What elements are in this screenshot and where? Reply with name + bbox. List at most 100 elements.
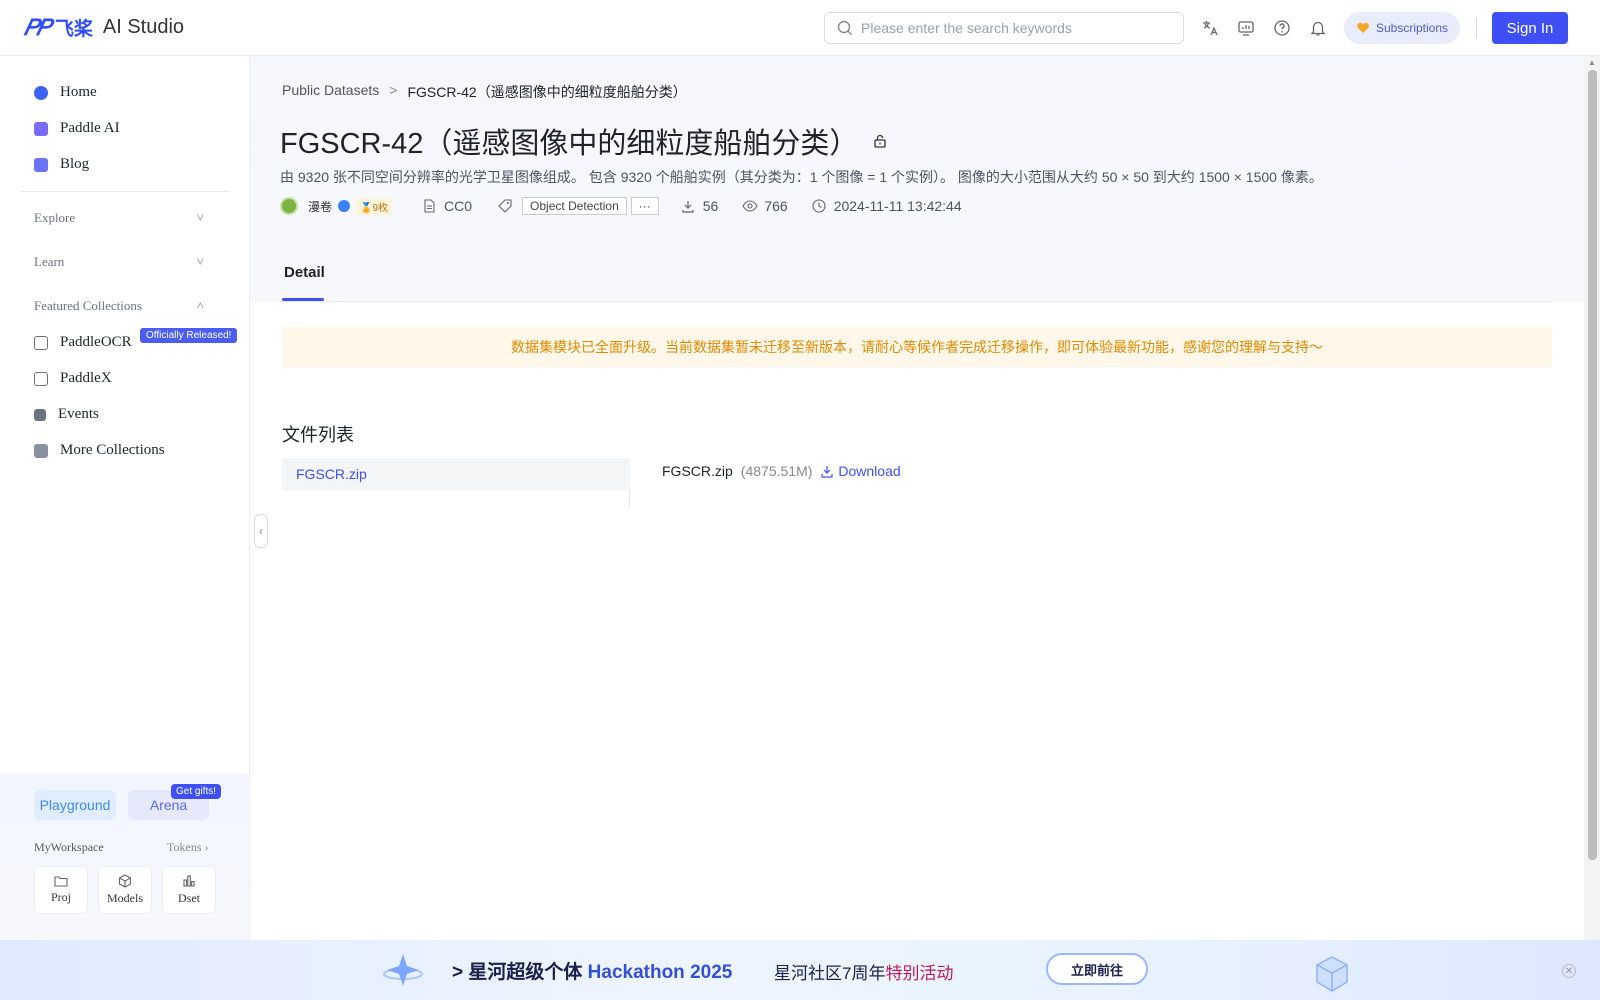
scrollbar-thumb[interactable]	[1588, 70, 1597, 860]
help-icon[interactable]	[1272, 18, 1292, 38]
card-label: Models	[107, 891, 143, 905]
file-list: FGSCR.zip	[282, 458, 630, 506]
tag-icon	[498, 199, 512, 213]
header-divider	[1476, 18, 1477, 38]
card-label: Dset	[178, 891, 200, 905]
sidebar-item-label: Blog	[60, 156, 90, 172]
banner-title: > 星河超级个体 Hackathon 2025	[452, 957, 732, 984]
banner-text-a: 星河社区7周年	[774, 964, 886, 983]
close-icon[interactable]: ✕	[1562, 964, 1576, 978]
tab-detail[interactable]: Detail	[284, 264, 325, 281]
paddle-logo-icon: 𝑃𝑃	[24, 14, 51, 40]
sidebar-item-paddle-ai[interactable]: Paddle AI	[34, 120, 120, 137]
download-count: 56	[702, 198, 719, 214]
bell-icon[interactable]	[1308, 18, 1328, 38]
tag-object-detection[interactable]: Object Detection	[522, 197, 627, 215]
paddle-ai-icon	[34, 121, 48, 136]
more-tags-button[interactable]: ···	[630, 197, 659, 215]
card-label: Proj	[50, 890, 71, 904]
file-detail: FGSCR.zip (4875.51M) Download	[662, 463, 901, 479]
section-learn[interactable]: Learn ˅	[34, 254, 204, 270]
view-count: 766	[764, 198, 788, 214]
download-button[interactable]: Download	[820, 463, 901, 479]
search-input[interactable]	[861, 20, 1161, 36]
license-icon	[424, 199, 435, 213]
tokens-link[interactable]: Tokens ›	[167, 840, 209, 855]
dataset-meta: 漫卷 🏅9枚 CC0 Object Detection ··· 56 766 2…	[280, 196, 962, 216]
sidebar-bottom-panel: Playground Arena Get gifts! MyWorkspace …	[0, 774, 249, 940]
dataset-title: FGSCR-42（遥感图像中的细粒度船舶分类）	[280, 128, 859, 160]
banner-text-b: 特别活动	[885, 964, 954, 983]
sidebar-item-blog[interactable]: Blog	[34, 156, 89, 173]
subscriptions-label: Subscriptions	[1375, 21, 1449, 35]
translate-icon[interactable]	[1200, 18, 1220, 38]
sidebar-item-more-collections[interactable]: More Collections	[34, 442, 165, 459]
cube-decoration-icon	[1316, 956, 1348, 992]
sidebar-item-paddleocr[interactable]: PaddleOCR	[34, 334, 132, 351]
chevron-down-icon: ˅	[196, 210, 204, 225]
promo-banner[interactable]: > 星河超级个体 Hackathon 2025 星河社区7周年特别活动 立即前往…	[0, 940, 1600, 1000]
cube-icon	[118, 874, 132, 888]
home-icon	[34, 85, 48, 100]
star-decoration-icon	[383, 954, 423, 986]
released-badge: Officially Released!	[140, 328, 238, 343]
breadcrumb: Public Datasets > FGSCR-42（遥感图像中的细粒度船舶分类…	[282, 82, 687, 102]
folder-icon	[54, 876, 68, 887]
main-content: Public Datasets > FGSCR-42（遥感图像中的细粒度船舶分类…	[250, 56, 1584, 940]
collection-icon	[34, 443, 48, 458]
flag-icon	[34, 408, 46, 421]
sidebar: Home Paddle AI Blog Explore ˅ Learn ˅ Fe…	[0, 56, 250, 940]
file-name: FGSCR.zip	[662, 463, 733, 479]
license-text: CC0	[444, 198, 473, 214]
dashboard-icon[interactable]	[1236, 18, 1256, 38]
chevron-down-icon: ˅	[196, 254, 204, 269]
dataset-description: 由 9320 张不同空间分辨率的光学卫星图像组成。 包含 9320 个船舶实例（…	[280, 169, 1323, 185]
workspace-title: MyWorkspace	[34, 840, 104, 854]
workspace-card-dset[interactable]: Dset	[162, 866, 216, 914]
playground-button[interactable]: Playground	[34, 790, 116, 820]
banner-subtitle: 星河社区7周年特别活动	[774, 959, 953, 984]
file-list-item[interactable]: FGSCR.zip	[282, 458, 630, 490]
chevron-up-icon: ˄	[196, 298, 204, 313]
unlock-icon	[874, 134, 887, 148]
download-icon	[821, 466, 833, 478]
sidebar-divider	[20, 191, 230, 192]
sidebar-item-home[interactable]: Home	[34, 84, 97, 101]
clock-icon	[812, 199, 826, 213]
search-box[interactable]	[824, 12, 1184, 44]
sidebar-item-label: PaddleOCR	[60, 334, 132, 350]
section-explore[interactable]: Explore ˅	[34, 210, 204, 226]
sidebar-item-events[interactable]: Events	[34, 406, 99, 423]
eye-icon	[742, 200, 758, 212]
sidebar-item-label: Home	[60, 84, 97, 100]
sidebar-item-label: PaddleX	[60, 370, 112, 386]
author-name[interactable]: 漫卷	[308, 198, 332, 215]
sign-in-button[interactable]: Sign In	[1492, 12, 1568, 44]
logo[interactable]: 𝑃𝑃 飞桨 AI Studio	[24, 14, 184, 41]
scrollbar[interactable]: ▲	[1584, 56, 1600, 940]
scroll-up-icon[interactable]: ▲	[1588, 58, 1596, 67]
banner-go-button[interactable]: 立即前往	[1046, 953, 1148, 985]
sidebar-item-paddlex[interactable]: PaddleX	[34, 370, 112, 387]
breadcrumb-public-datasets[interactable]: Public Datasets	[282, 82, 379, 102]
paddlex-icon	[34, 371, 48, 386]
subscriptions-button[interactable]: Subscriptions	[1344, 12, 1460, 44]
workspace-card-proj[interactable]: Proj	[34, 866, 88, 914]
file-size: (4875.51M)	[740, 463, 813, 479]
section-label: Learn	[34, 254, 65, 269]
blog-icon	[34, 157, 48, 172]
download-count-icon	[682, 201, 694, 213]
medal-badge: 🏅9枚	[356, 197, 393, 215]
workspace-card-models[interactable]: Models	[98, 866, 152, 914]
logo-studio-text: AI Studio	[102, 16, 185, 38]
section-featured-collections[interactable]: Featured Collections ˄	[34, 298, 204, 314]
ocr-icon	[34, 335, 48, 350]
sidebar-item-label: Events	[58, 406, 99, 422]
avatar[interactable]	[280, 197, 298, 215]
breadcrumb-current: FGSCR-42（遥感图像中的细粒度船舶分类）	[407, 84, 687, 100]
update-date: 2024-11-11 13:42:44	[833, 198, 962, 214]
breadcrumb-separator: >	[389, 82, 398, 98]
file-list-title: 文件列表	[282, 425, 354, 445]
logo-cn-text: 飞桨	[54, 19, 93, 40]
dataset-header: Public Datasets > FGSCR-42（遥感图像中的细粒度船舶分类…	[250, 56, 1584, 302]
